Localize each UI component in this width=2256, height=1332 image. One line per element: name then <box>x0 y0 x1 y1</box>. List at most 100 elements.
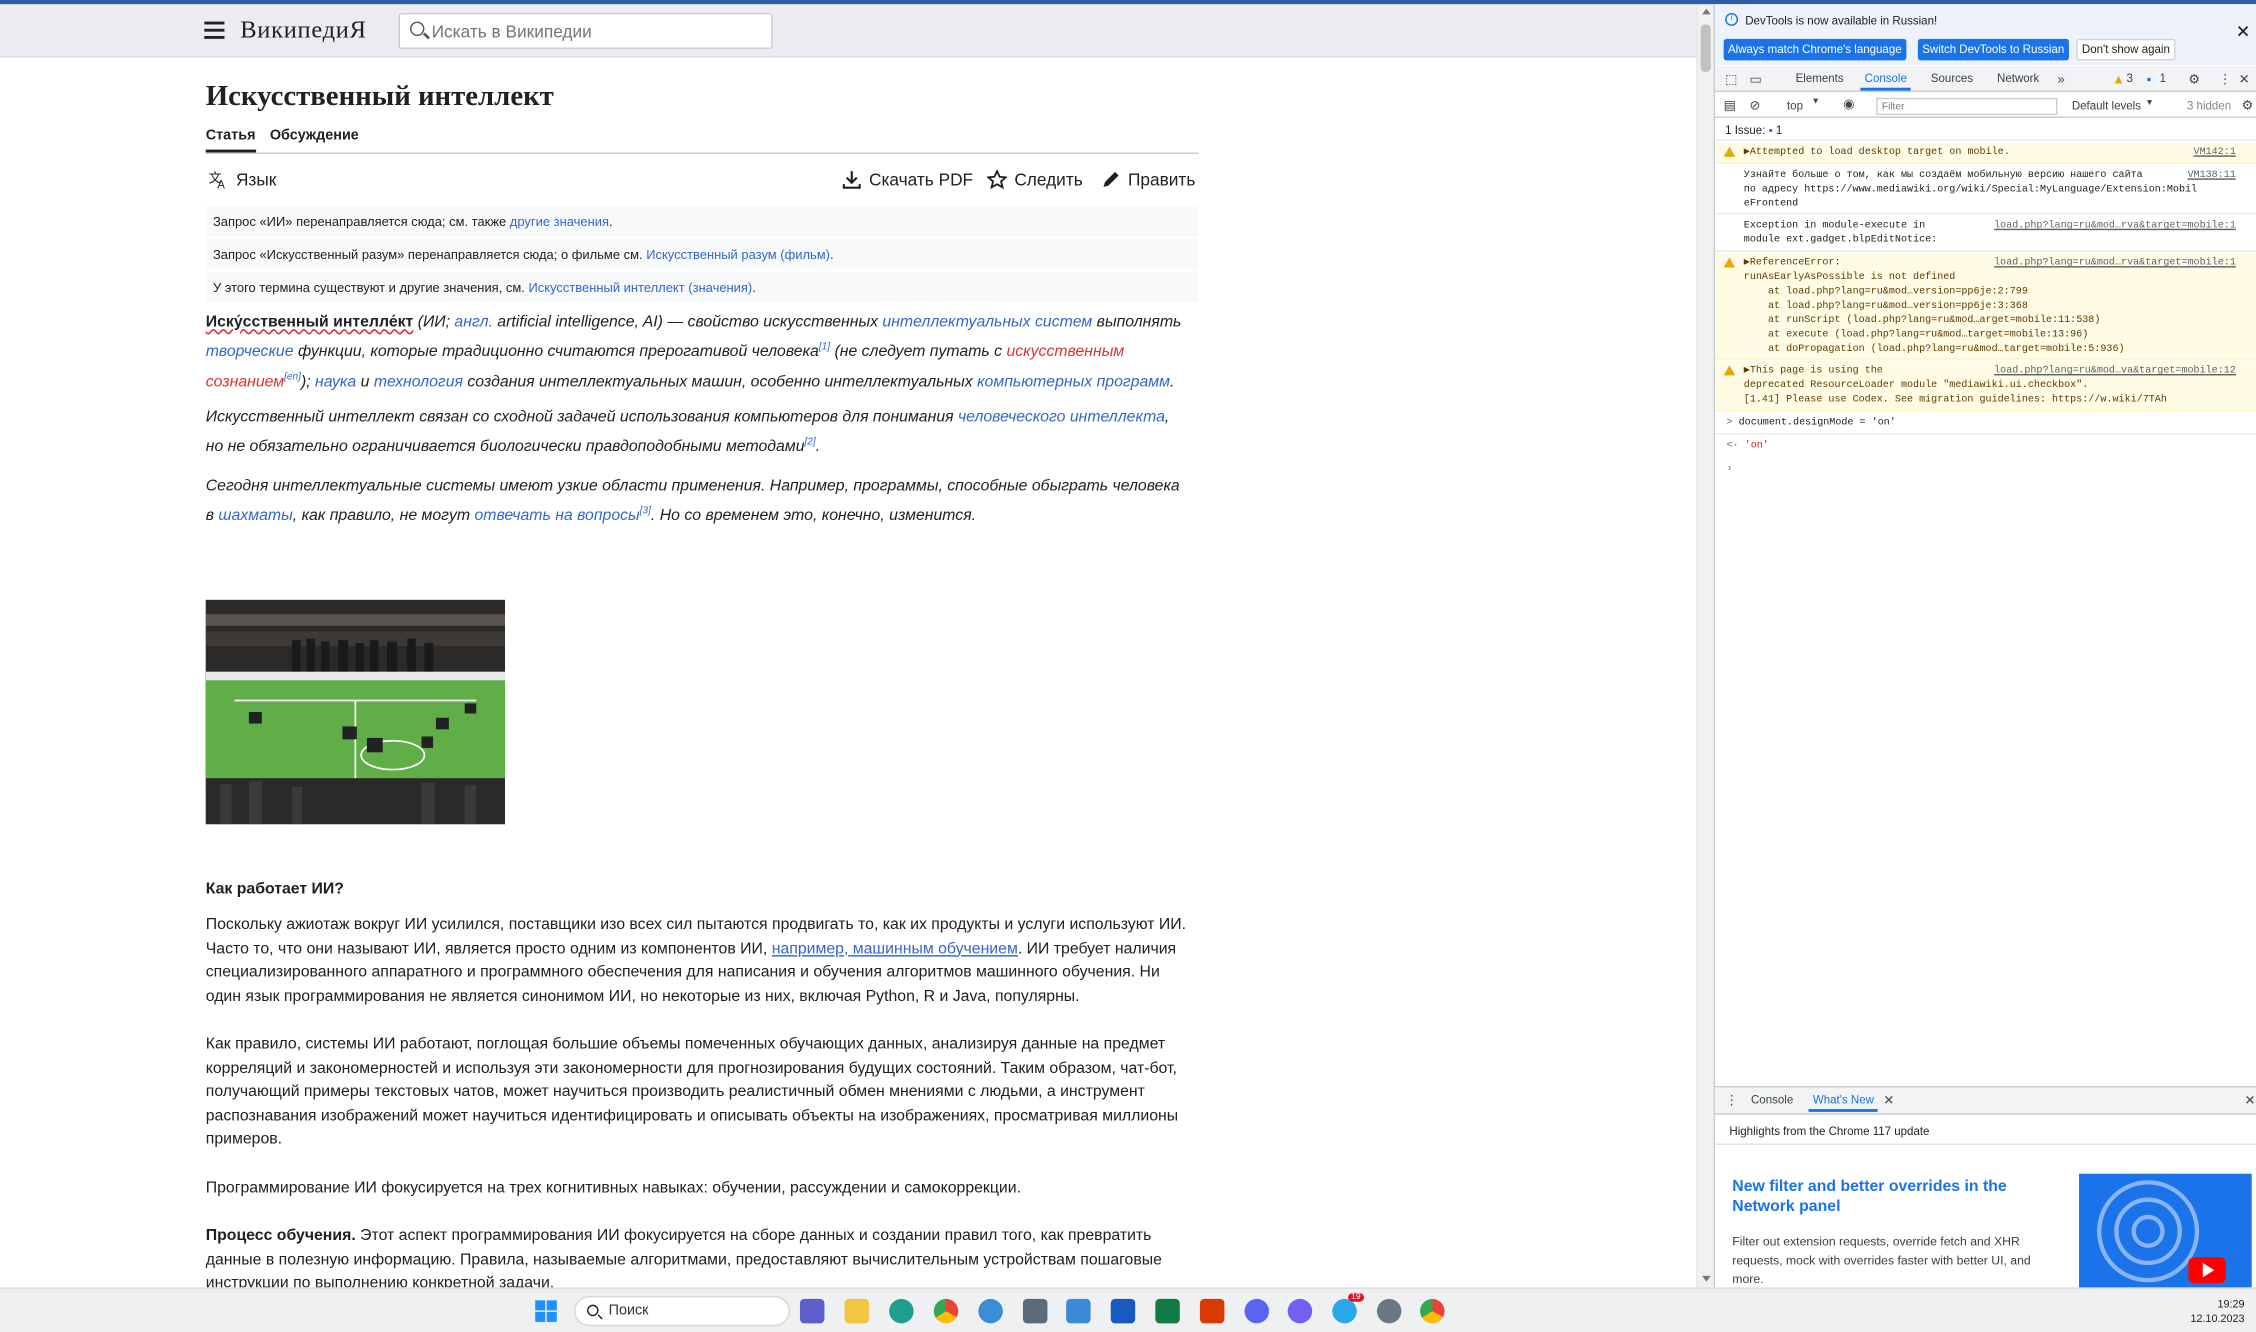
console-warning[interactable]: ▶Attempted to load desktop target on mob… <box>1715 142 2256 164</box>
taskbar-search[interactable]: Поиск <box>574 1296 790 1327</box>
message-count[interactable]: 1 <box>2160 72 2166 85</box>
tab-article[interactable]: Статья <box>205 128 256 153</box>
close-tab-icon[interactable]: ✕ <box>1883 1093 1894 1109</box>
close-drawer-icon[interactable]: ✕ <box>2244 1093 2255 1109</box>
console-source-link[interactable]: VM142:1 <box>2194 145 2236 159</box>
link-creative[interactable]: творческие <box>206 343 294 360</box>
scroll-thumb[interactable] <box>1700 24 1711 72</box>
console-prompt[interactable]: › <box>1715 459 2256 481</box>
kebab-icon[interactable]: ⋮ <box>2219 72 2232 88</box>
kebab-icon[interactable]: ⋮ <box>1725 1093 1738 1109</box>
clear-icon[interactable]: ⊘ <box>1750 98 1761 114</box>
language-button[interactable]: 文A Язык <box>209 170 277 190</box>
tab-sources[interactable]: Sources <box>1931 72 1973 85</box>
chrome-icon[interactable] <box>933 1298 959 1324</box>
calculator-icon[interactable] <box>1022 1298 1048 1324</box>
devtools-tabbar: ⬚ ▭ Elements Console Sources Network » ▲… <box>1715 66 2256 93</box>
pdf-label: Скачать PDF <box>869 169 974 190</box>
office-icon[interactable] <box>1199 1298 1225 1324</box>
watch-button[interactable]: Следить <box>987 169 1083 190</box>
divider <box>1715 1143 2256 1145</box>
switch-russian-button[interactable]: Switch DevTools to Russian <box>1917 38 2069 61</box>
match-language-button[interactable]: Always match Chrome's language <box>1723 38 1906 61</box>
console-source-link[interactable]: load.php?lang=ru&mod…rva&target=mobile:1 <box>1994 256 2236 270</box>
notepad-icon[interactable] <box>1066 1298 1091 1324</box>
link-chess[interactable]: шахматы <box>218 507 292 524</box>
dont-show-again-button[interactable]: Don't show again <box>2076 38 2176 61</box>
gear-icon[interactable]: ⚙ <box>2242 98 2254 114</box>
word-icon[interactable] <box>1110 1298 1136 1324</box>
link-computer-programs[interactable]: компьютерных программ <box>977 373 1170 390</box>
link-lang[interactable]: англ. <box>454 314 492 331</box>
file-explorer-icon[interactable] <box>844 1298 870 1324</box>
close-icon[interactable]: ✕ <box>2236 22 2250 42</box>
inspect-icon[interactable]: ⬚ <box>1725 72 1737 88</box>
windows-start-icon[interactable] <box>534 1299 558 1323</box>
tab-elements[interactable]: Elements <box>1796 72 1844 85</box>
warning-count[interactable]: 3 <box>2127 72 2133 85</box>
levels-select[interactable]: Default levels <box>2072 99 2141 112</box>
drawer-tab-whats-new[interactable]: What's New <box>1808 1093 1879 1112</box>
download-pdf-button[interactable]: Скачать PDF <box>842 170 973 190</box>
console-source-link[interactable]: VM138:11 <box>2188 168 2236 182</box>
scroll-up-icon[interactable] <box>1702 8 1711 15</box>
message-icon[interactable]: ▪ <box>2147 72 2152 86</box>
discord-icon[interactable] <box>1244 1298 1270 1324</box>
filter-input[interactable] <box>1876 97 2058 116</box>
search-input[interactable] <box>431 18 763 45</box>
hatnote: Запрос «ИИ» перенаправляется сюда; см. т… <box>205 205 1199 236</box>
edge-icon[interactable] <box>889 1298 914 1324</box>
warning-icon[interactable]: ▲ <box>2112 72 2125 86</box>
viber-icon[interactable] <box>1287 1298 1313 1324</box>
text: и <box>356 373 374 391</box>
edit-button[interactable]: Править <box>1101 170 1195 190</box>
excel-icon[interactable] <box>1155 1298 1180 1324</box>
link-human-intelligence[interactable]: человеческого интеллекта <box>958 409 1165 426</box>
reference-1[interactable]: [1] <box>819 342 830 352</box>
wiki-logo[interactable]: ВикипедиЯ <box>240 16 366 45</box>
chrome-profile-icon[interactable] <box>1420 1298 1445 1324</box>
reference-en[interactable]: [en] <box>284 372 301 382</box>
meet-icon[interactable] <box>799 1298 825 1324</box>
hatnote-link[interactable]: Искусственный интеллект (значения) <box>528 280 752 294</box>
link-intelligent-systems[interactable]: интеллектуальных систем <box>882 314 1092 331</box>
reference-2[interactable]: [2] <box>805 437 816 447</box>
gear-icon[interactable]: ⚙ <box>2188 72 2200 88</box>
more-tabs-icon[interactable]: » <box>2057 72 2064 86</box>
link-science[interactable]: наука <box>315 373 356 390</box>
context-select[interactable]: top <box>1787 99 1803 112</box>
telegram-icon[interactable] <box>1332 1298 1357 1324</box>
vpn-icon[interactable] <box>978 1298 1003 1324</box>
youtube-thumbnail[interactable] <box>2079 1173 2252 1289</box>
eye-icon[interactable]: ◉ <box>1843 96 1854 112</box>
settings-icon[interactable] <box>1376 1298 1402 1324</box>
link-technology[interactable]: технология <box>374 373 463 390</box>
link-question-answering[interactable]: отвечать на вопросы <box>474 507 639 524</box>
sidebar-icon[interactable]: ▤ <box>1724 98 1736 114</box>
hatnote-link[interactable]: Искусственный разум (фильм) <box>646 247 830 261</box>
hatnote-link[interactable]: другие значения <box>510 214 609 228</box>
issues-bar[interactable]: 1 Issue: ▪ 1 <box>1715 119 2256 141</box>
close-icon[interactable]: ✕ <box>2239 72 2250 88</box>
console-source-link[interactable]: load.php?lang=ru&mod…va&target=mobile:12 <box>1994 364 2236 378</box>
bold-term: Процесс обучения. <box>205 1226 356 1245</box>
wiki-search[interactable] <box>398 12 773 49</box>
menu-icon[interactable] <box>204 21 225 39</box>
scroll-down-icon[interactable] <box>1702 1275 1711 1282</box>
infobar-message: DevTools is now available in Russian! <box>1745 14 1938 28</box>
reference-3[interactable]: [3] <box>640 506 651 516</box>
page-scrollbar[interactable] <box>1696 4 1714 1288</box>
hatnote-text: Запрос «Искусственный разум» перенаправл… <box>212 247 647 262</box>
console-source-link[interactable]: load.php?lang=ru&mod…rva&target=mobile:1 <box>1994 219 2236 233</box>
link-machine-learning[interactable]: например, машинным обучением <box>772 940 1018 957</box>
tab-console[interactable]: Console <box>1860 72 1912 91</box>
device-toolbar-icon[interactable]: ▭ <box>1750 72 1762 88</box>
drawer-tab-console[interactable]: Console <box>1751 1093 1793 1106</box>
tab-talk[interactable]: Обсуждение <box>270 128 359 152</box>
console-warning[interactable]: ▶ReferenceError: runAsEarlyAsPossible is… <box>1715 253 2256 360</box>
console-warning[interactable]: ▶This page is using the deprecated Resou… <box>1715 361 2256 412</box>
robot-soccer-photo[interactable] <box>205 599 506 825</box>
tab-network[interactable]: Network <box>1997 72 2039 85</box>
clock[interactable]: 19:29 12.10.2023 <box>2190 1297 2244 1326</box>
whats-new-heading[interactable]: New filter and better overrides in the N… <box>1732 1177 2049 1217</box>
